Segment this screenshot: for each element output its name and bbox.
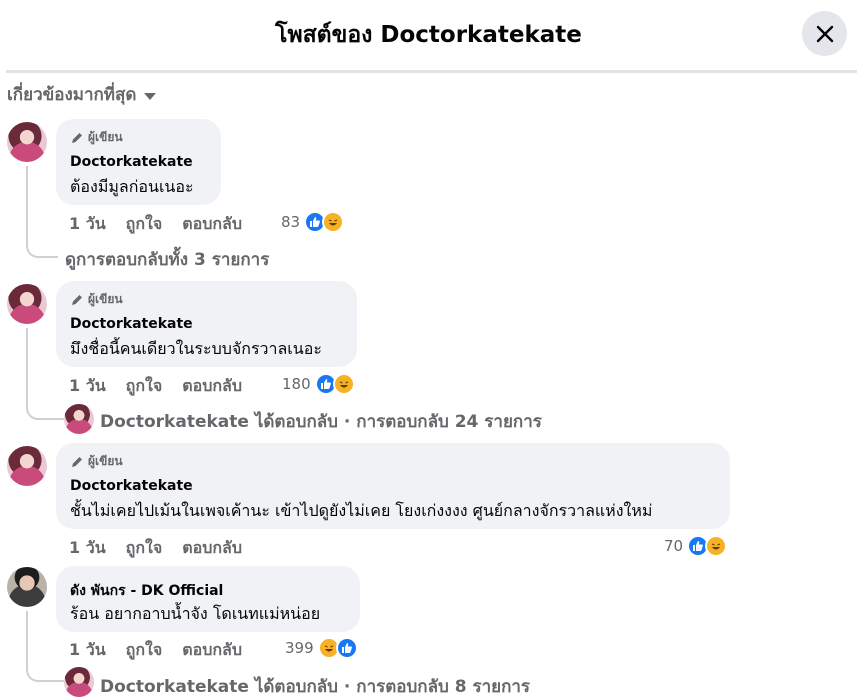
reply-avatar[interactable]: [64, 667, 94, 697]
reaction-count: 70: [664, 537, 684, 555]
pencil-icon: [72, 456, 82, 467]
comment-author[interactable]: Doctorkatekate: [70, 316, 193, 332]
view-replies-link[interactable]: Doctorkatekate ได้ตอบกลับ · การตอบกลับ 8…: [100, 673, 530, 697]
reaction-summary[interactable]: 180: [282, 373, 355, 395]
sort-dropdown[interactable]: เกี่ยวข้องมากที่สุด: [7, 81, 157, 108]
reply-button[interactable]: ตอบกลับ: [182, 212, 242, 237]
like-reaction-icon: [335, 637, 358, 659]
reaction-count: 180: [282, 375, 311, 393]
comment-bubble: ดัง พันกร - DK Official ร้อน อยากอาบน้ำจ…: [56, 566, 360, 632]
like-button[interactable]: ถูกใจ: [126, 374, 163, 399]
reaction-count: 83: [281, 213, 301, 231]
author-badge: ผู้เขียน: [70, 290, 123, 309]
comment-time[interactable]: 1 วัน: [69, 536, 106, 561]
comment-text: มึงชื่อนี้คนเดียวในระบบจักรวาลเนอะ: [70, 339, 322, 358]
dialog-title: โพสต์ของ Doctorkatekate: [275, 22, 582, 48]
like-button[interactable]: ถูกใจ: [126, 638, 163, 663]
author-badge: ผู้เขียน: [70, 452, 123, 471]
view-replies-link[interactable]: Doctorkatekate ได้ตอบกลับ · การตอบกลับ 2…: [100, 408, 542, 435]
reaction-summary[interactable]: 83: [281, 211, 345, 233]
comment-bubble: ผู้เขียน Doctorkatekate ต้องมีมูลก่อนเนอ…: [56, 119, 221, 205]
haha-reaction-icon: [322, 211, 345, 233]
close-button[interactable]: [802, 11, 847, 56]
reply-button[interactable]: ตอบกลับ: [182, 536, 242, 561]
author-badge-label: ผู้เขียน: [88, 130, 123, 144]
comment-actions: 1 วัน ถูกใจ ตอบกลับ: [69, 536, 242, 561]
comment-author[interactable]: Doctorkatekate: [70, 154, 193, 170]
reply-avatar[interactable]: [64, 404, 94, 434]
reaction-count: 399: [285, 639, 314, 657]
comment-text: ร้อน อยากอาบน้ำจัง โดเนทแม่หน่อย: [70, 604, 321, 623]
reply-button[interactable]: ตอบกลับ: [182, 638, 242, 663]
header-divider: [6, 70, 857, 73]
comment-author[interactable]: Doctorkatekate: [70, 478, 193, 494]
comment-text: ชั้นไม่เคยไปเม้นในเพจเค้านะ เข้าไปดูยังไ…: [70, 501, 653, 520]
avatar[interactable]: [7, 446, 47, 486]
comment-text: ต้องมีมูลก่อนเนอะ: [70, 177, 194, 196]
reaction-summary[interactable]: 70: [664, 535, 728, 557]
pencil-icon: [72, 294, 82, 305]
view-replies-link[interactable]: ดูการตอบกลับทั้ง 3 รายการ: [65, 246, 269, 273]
dialog-header: โพสต์ของ Doctorkatekate: [0, 0, 857, 70]
haha-reaction-icon: [332, 373, 355, 395]
caret-down-icon: [144, 92, 157, 100]
comment-actions: 1 วัน ถูกใจ ตอบกลับ: [69, 212, 242, 237]
comment-bubble: ผู้เขียน Doctorkatekate มึงชื่อนี้คนเดีย…: [56, 281, 357, 367]
comment-author[interactable]: ดัง พันกร - DK Official: [70, 580, 223, 602]
sort-label: เกี่ยวข้องมากที่สุด: [7, 85, 137, 105]
like-button[interactable]: ถูกใจ: [126, 212, 163, 237]
view-replies-label: ดูการตอบกลับทั้ง 3 รายการ: [65, 250, 270, 270]
author-badge-label: ผู้เขียน: [88, 292, 123, 306]
comment-actions: 1 วัน ถูกใจ ตอบกลับ: [69, 374, 242, 399]
comment-actions: 1 วัน ถูกใจ ตอบกลับ: [69, 638, 242, 663]
reply-button[interactable]: ตอบกลับ: [182, 374, 242, 399]
author-badge: ผู้เขียน: [70, 128, 123, 147]
haha-reaction-icon: [705, 535, 728, 557]
close-icon: [816, 25, 833, 42]
avatar[interactable]: [7, 122, 47, 162]
comment-time[interactable]: 1 วัน: [69, 212, 106, 237]
avatar[interactable]: [7, 567, 47, 607]
view-replies-label: Doctorkatekate ได้ตอบกลับ · การตอบกลับ 2…: [100, 412, 542, 432]
author-badge-label: ผู้เขียน: [88, 454, 123, 468]
thread-line: [26, 166, 58, 258]
pencil-icon: [72, 132, 82, 143]
comment-time[interactable]: 1 วัน: [69, 638, 106, 663]
reaction-summary[interactable]: 399: [285, 637, 358, 659]
comment-time[interactable]: 1 วัน: [69, 374, 106, 399]
view-replies-label: Doctorkatekate ได้ตอบกลับ · การตอบกลับ 8…: [100, 677, 531, 697]
avatar[interactable]: [7, 284, 47, 324]
like-button[interactable]: ถูกใจ: [126, 536, 163, 561]
comment-bubble: ผู้เขียน Doctorkatekate ชั้นไม่เคยไปเม้น…: [56, 443, 730, 529]
